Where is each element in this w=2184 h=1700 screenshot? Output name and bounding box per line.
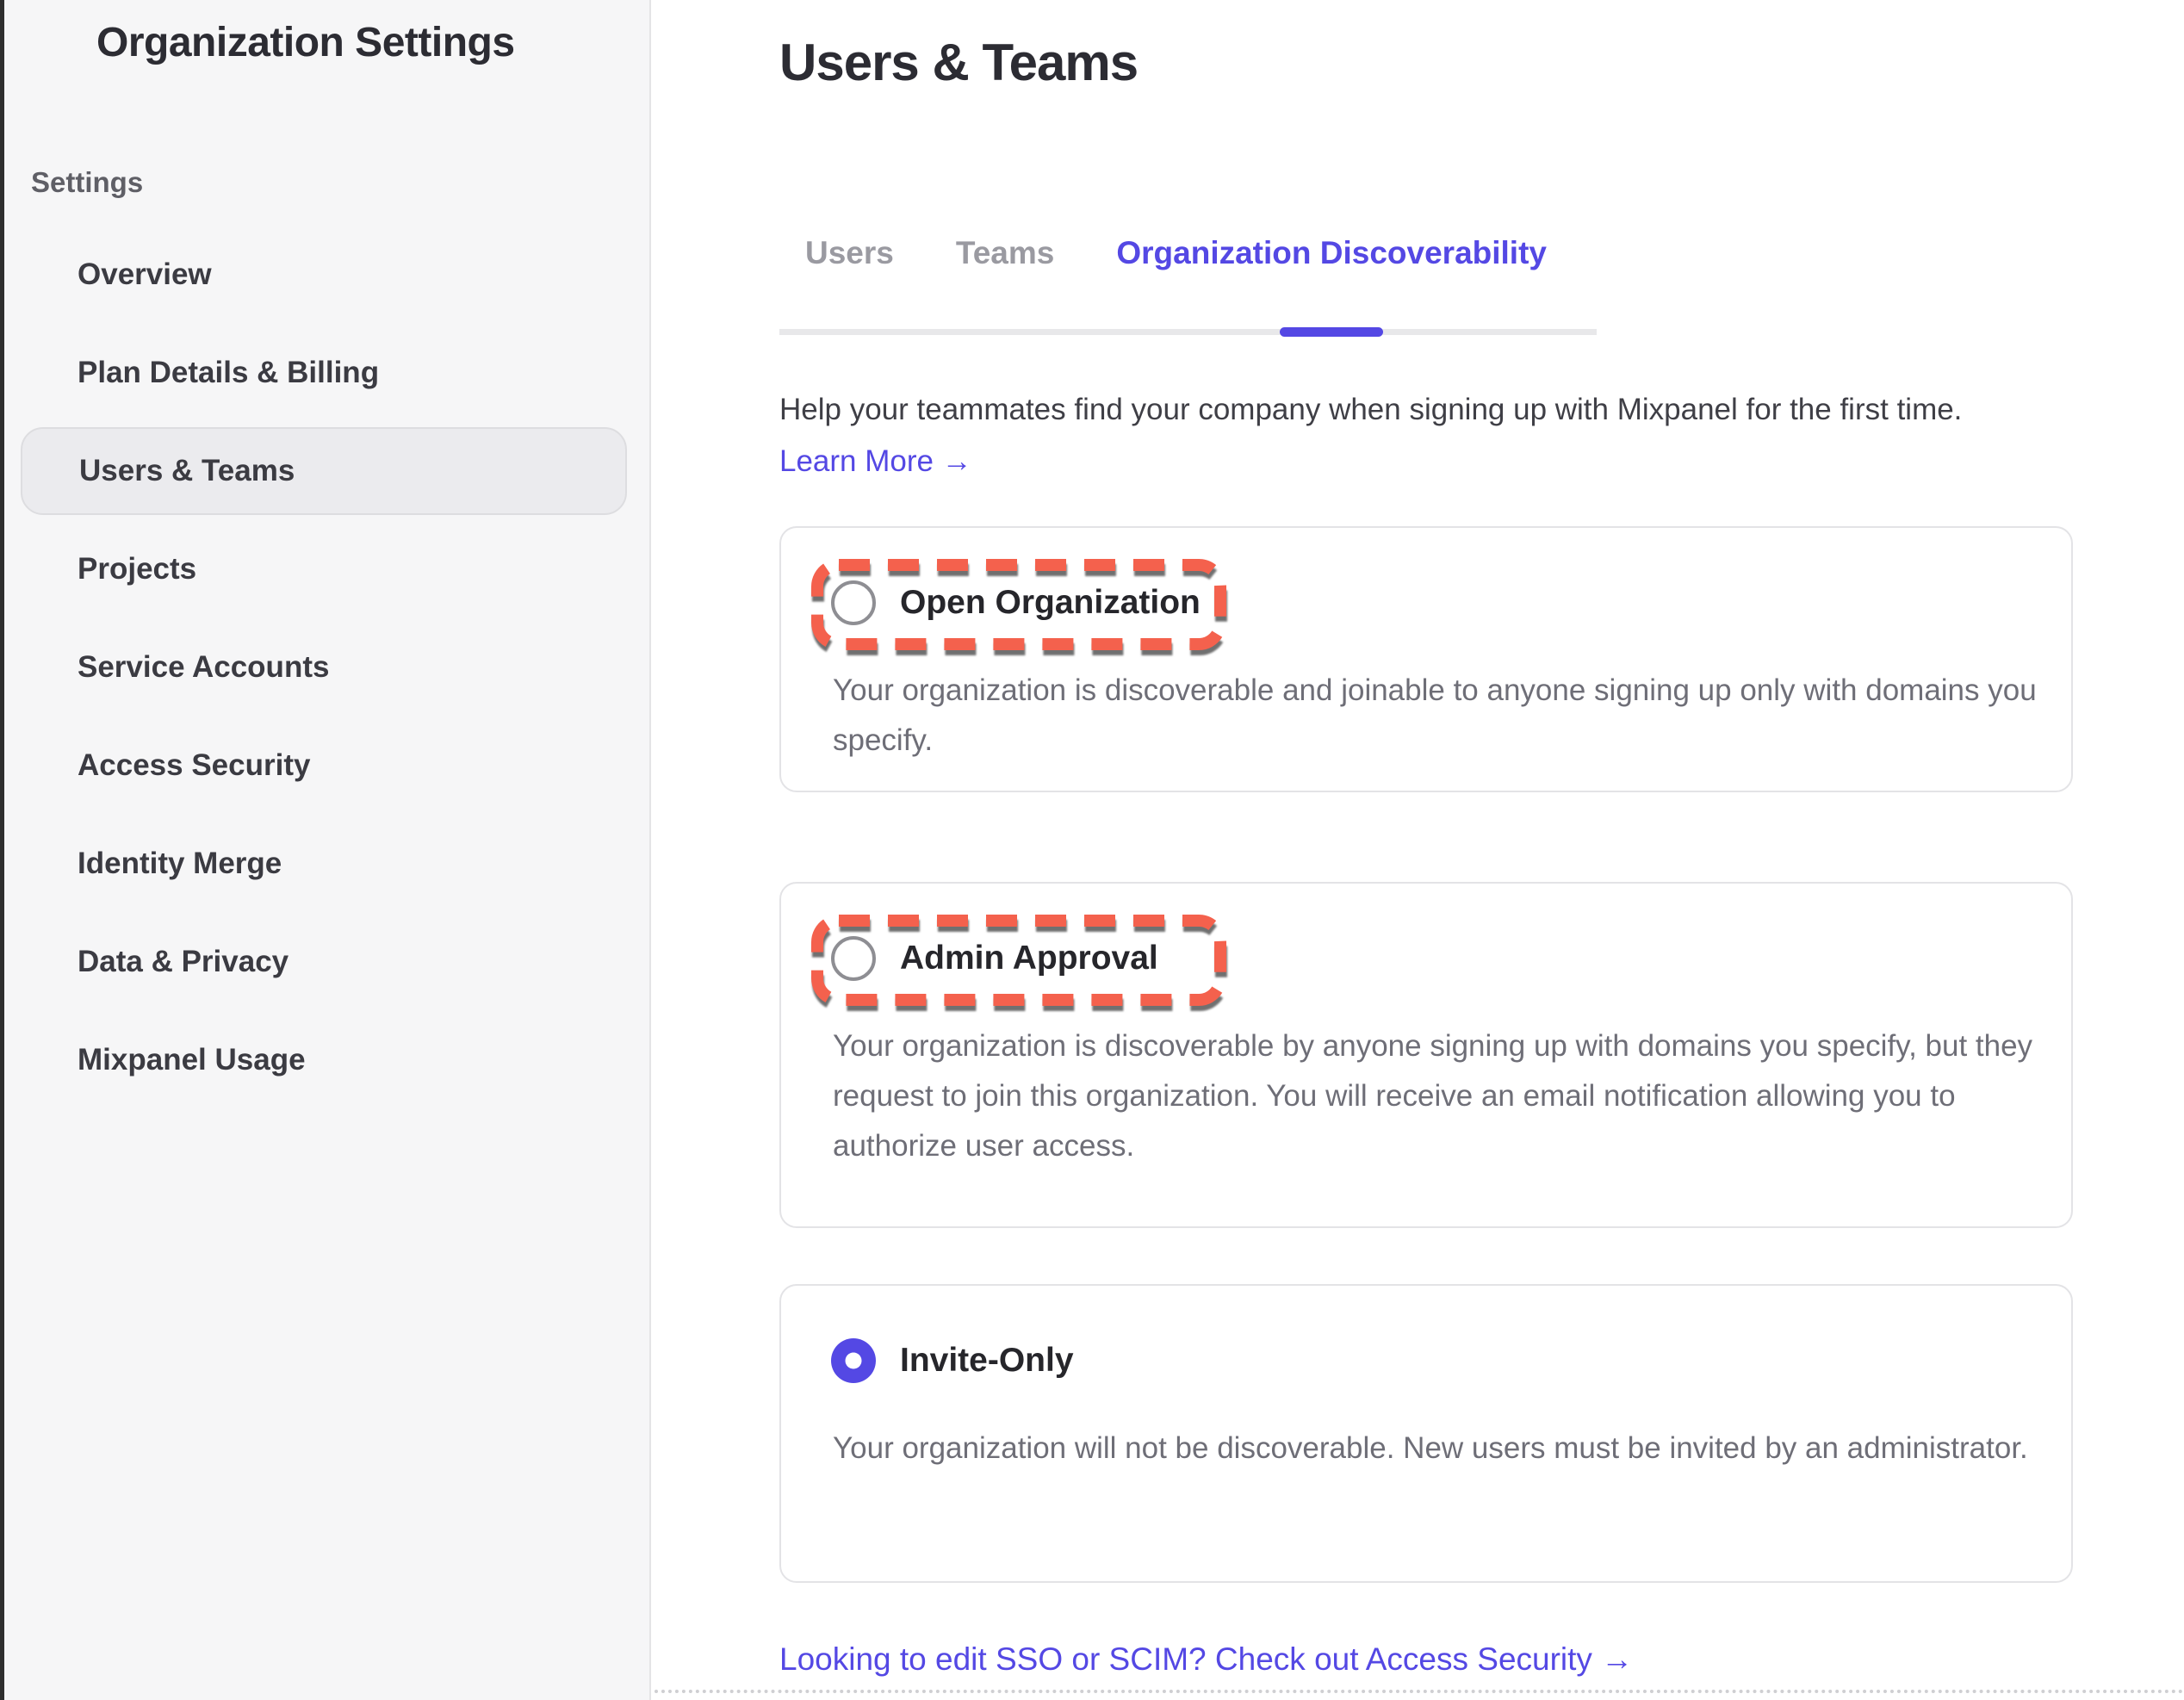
tab-bar: Users Teams Organization Discoverability bbox=[779, 234, 1597, 335]
active-tab-underline bbox=[1280, 327, 1383, 337]
sidebar-item-identity-merge[interactable]: Identity Merge bbox=[21, 844, 627, 884]
sidebar-item-plan-details-billing[interactable]: Plan Details & Billing bbox=[21, 353, 627, 393]
sidebar-item-overview[interactable]: Overview bbox=[21, 255, 627, 295]
learn-more-label: Learn More bbox=[779, 444, 934, 478]
option-card-admin-approval: Admin Approval Your organization is disc… bbox=[779, 882, 2073, 1228]
option-description: Your organization is discoverable and jo… bbox=[833, 666, 2047, 766]
sidebar-section-label: Settings bbox=[31, 166, 143, 199]
radio-option-open-organization[interactable]: Open Organization bbox=[831, 580, 1201, 625]
tab-label: Organization Discoverability bbox=[1116, 235, 1547, 270]
screen-left-edge bbox=[0, 0, 4, 1700]
arrow-right-icon: → bbox=[1601, 1641, 1633, 1677]
tab-organization-discoverability[interactable]: Organization Discoverability bbox=[1116, 234, 1547, 272]
learn-more-link[interactable]: Learn More → bbox=[779, 444, 972, 479]
option-card-open-organization: Open Organization Your organization is d… bbox=[779, 526, 2073, 792]
radio-option-invite-only[interactable]: Invite-Only bbox=[831, 1338, 1074, 1383]
organization-settings-screen: Organization Settings Settings Overview … bbox=[0, 0, 2184, 1700]
sidebar: Organization Settings Settings Overview … bbox=[0, 0, 651, 1700]
radio-checked-icon[interactable] bbox=[831, 1338, 876, 1383]
option-description: Your organization will not be discoverab… bbox=[833, 1424, 2047, 1474]
radio-unchecked-icon[interactable] bbox=[831, 580, 876, 625]
option-label: Admin Approval bbox=[900, 940, 1158, 977]
option-card-invite-only: Invite-Only Your organization will not b… bbox=[779, 1284, 2073, 1583]
main-content: Users & Teams Users Teams Organization D… bbox=[653, 0, 2184, 1700]
page-title: Users & Teams bbox=[779, 33, 1138, 92]
sidebar-item-mixpanel-usage[interactable]: Mixpanel Usage bbox=[21, 1040, 627, 1080]
arrow-right-icon: → bbox=[942, 444, 972, 478]
sidebar-item-access-security[interactable]: Access Security bbox=[21, 746, 627, 785]
intro-text: Help your teammates find your company wh… bbox=[779, 389, 2184, 431]
sidebar-item-service-accounts[interactable]: Service Accounts bbox=[21, 648, 627, 687]
tab-teams[interactable]: Teams bbox=[956, 234, 1055, 272]
radio-option-admin-approval[interactable]: Admin Approval bbox=[831, 936, 1158, 981]
sidebar-item-data-privacy[interactable]: Data & Privacy bbox=[21, 942, 627, 982]
sidebar-item-projects[interactable]: Projects bbox=[21, 549, 627, 589]
option-label: Invite-Only bbox=[900, 1342, 1074, 1380]
bottom-dotted-divider bbox=[655, 1690, 2184, 1693]
option-label: Open Organization bbox=[900, 584, 1201, 622]
footer-link-label: Looking to edit SSO or SCIM? Check out A… bbox=[779, 1641, 1592, 1677]
sidebar-title: Organization Settings bbox=[96, 19, 515, 66]
radio-unchecked-icon[interactable] bbox=[831, 936, 876, 981]
access-security-footer-link[interactable]: Looking to edit SSO or SCIM? Check out A… bbox=[779, 1641, 1633, 1678]
sidebar-item-users-teams[interactable]: Users & Teams bbox=[21, 427, 627, 515]
tab-users[interactable]: Users bbox=[805, 234, 894, 272]
option-description: Your organization is discoverable by any… bbox=[833, 1021, 2047, 1171]
sidebar-nav: Overview Plan Details & Billing Users & … bbox=[21, 255, 627, 1139]
